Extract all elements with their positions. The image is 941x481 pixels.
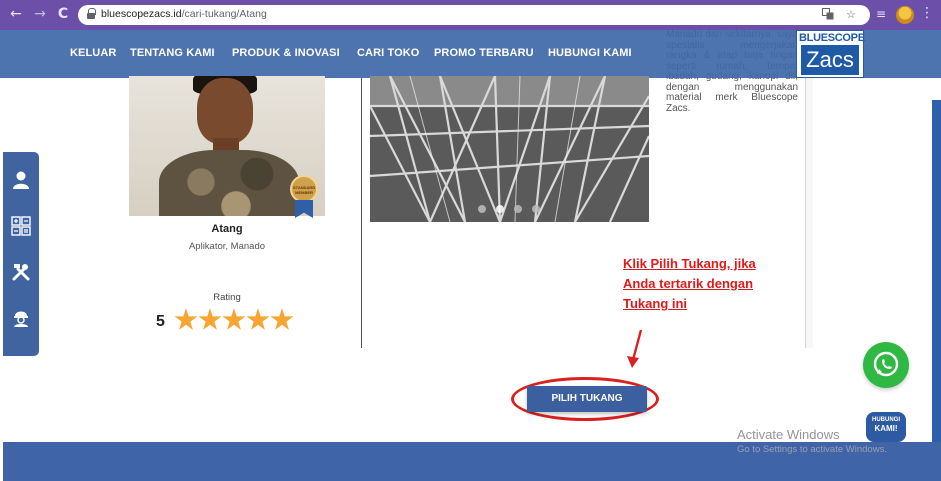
quick-sidebar [3, 152, 39, 356]
url-domain: bluescopezacs.id [101, 8, 182, 20]
gallery-dot-active[interactable] [496, 205, 504, 213]
star-icon [246, 308, 270, 330]
nav-keluar[interactable]: KELUAR [70, 47, 116, 59]
nav-cari-toko[interactable]: CARI TOKO [357, 47, 419, 59]
star-icon [174, 308, 198, 330]
annotation-arrow-icon [627, 329, 643, 368]
gallery-dot[interactable] [514, 205, 522, 213]
bookmark-star-icon[interactable]: ☆ [846, 8, 856, 21]
worker-icon[interactable] [11, 308, 31, 328]
member-badge-text: STANDARD MEMBER [293, 185, 316, 195]
nav-produk-inovasi[interactable]: PRODUK & INOVASI [232, 47, 340, 59]
hubungi-kami-chat-button[interactable]: HUBUNGI KAMI! [866, 412, 906, 442]
rating-value: 5 [156, 313, 165, 330]
star-icon [198, 308, 222, 330]
media-control-icon[interactable]: ≡ [873, 6, 889, 22]
annotation-line-1: Klik Pilih Tukang, jika [623, 256, 756, 271]
vertical-divider [361, 78, 362, 348]
photo-face [197, 78, 253, 144]
gallery-dot[interactable] [532, 205, 540, 213]
member-badge-icon: STANDARD MEMBER [290, 175, 318, 203]
tukang-name: Atang [211, 223, 243, 235]
logo-zacs-text: Zacs [801, 45, 859, 75]
windows-activation-title: Activate Windows [737, 427, 840, 442]
star-icon [222, 308, 246, 330]
bluescope-zacs-logo[interactable]: BLUESCOPE Zacs [796, 30, 865, 78]
screen: { "browser": { "url_domain": "bluescopez… [0, 0, 941, 481]
browser-toolbar: ← → C bluescopezacs.id/cari-tukang/Atang… [0, 0, 941, 30]
photo-shirt [159, 150, 299, 216]
nav-promo-terbaru[interactable]: PROMO TERBARU [434, 47, 534, 59]
gallery-pagination [478, 200, 550, 213]
tukang-role: Aplikator, Manado [188, 241, 266, 252]
forward-button[interactable]: → [32, 6, 48, 22]
hubungi-line-2: KAMI! [874, 424, 898, 433]
description-panel-edge [805, 78, 813, 348]
calculator-icon[interactable] [11, 216, 31, 236]
rating-label: Rating [213, 292, 241, 303]
url-path: /cari-tukang/Atang [181, 8, 267, 20]
profile-avatar[interactable] [896, 6, 914, 24]
back-button[interactable]: ← [8, 6, 24, 22]
page-right-accent [932, 100, 941, 442]
nav-tentang-kami[interactable]: TENTANG KAMI [130, 47, 215, 59]
reload-button[interactable]: C [55, 6, 71, 22]
hubungi-line-1: HUBUNGI [872, 417, 900, 423]
annotation-line-2: Anda tertarik dengan [623, 276, 754, 291]
user-icon[interactable] [11, 170, 31, 190]
url-text: bluescopezacs.id/cari-tukang/Atang [101, 8, 267, 20]
windows-activation-subtitle: Go to Settings to activate Windows. [737, 444, 887, 455]
rating-stars [174, 308, 294, 334]
browser-menu-icon[interactable]: ⋮ [920, 5, 934, 21]
whatsapp-icon[interactable] [863, 342, 909, 388]
nav-hubungi-kami[interactable]: HUBUNGI KAMI [548, 47, 632, 59]
tools-icon[interactable] [11, 262, 31, 282]
lock-icon [87, 8, 96, 20]
pilih-tukang-button[interactable]: PILIH TUKANG [527, 386, 647, 412]
logo-bluescope-text: BLUESCOPE [799, 32, 865, 44]
instruction-annotation: Klik Pilih Tukang, jika Anda tertarik de… [623, 254, 783, 314]
translate-icon[interactable] [822, 8, 834, 23]
gallery-dot[interactable] [478, 205, 486, 213]
annotation-line-3: Tukang ini [623, 296, 688, 311]
address-bar[interactable]: bluescopezacs.id/cari-tukang/Atang ☆ [78, 5, 870, 25]
star-icon [270, 308, 294, 330]
